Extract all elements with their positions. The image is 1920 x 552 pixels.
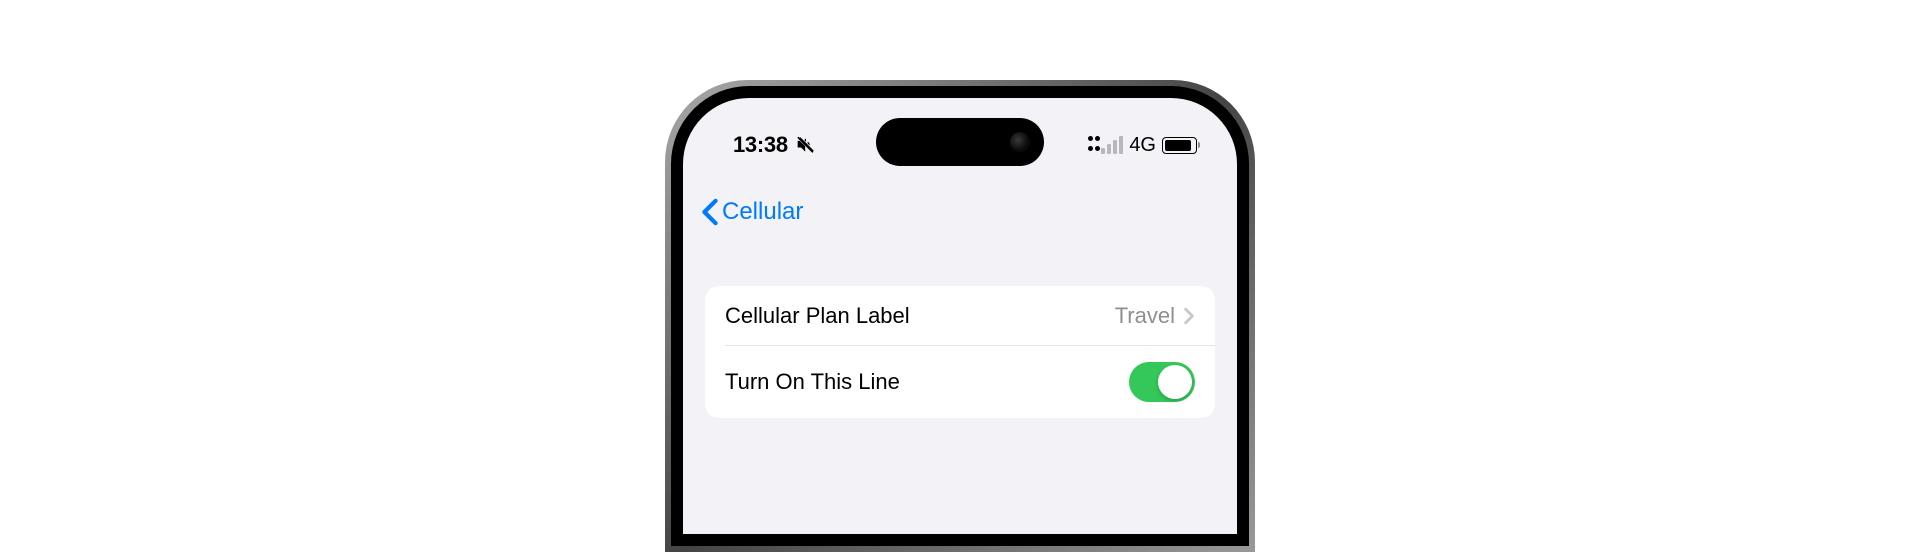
turn-on-line-row: Turn On This Line xyxy=(705,346,1215,418)
nav-back-label: Cellular xyxy=(722,198,803,226)
cellular-plan-label-value: Travel xyxy=(1115,303,1175,329)
status-bar-right: 4G xyxy=(1088,134,1197,157)
signal-strength-icon xyxy=(1088,136,1123,154)
chevron-right-icon xyxy=(1183,307,1195,325)
camera-icon xyxy=(1010,132,1030,152)
turn-on-line-toggle[interactable] xyxy=(1129,362,1195,402)
status-bar-left: 13:38 xyxy=(733,132,816,158)
chevron-left-icon xyxy=(701,198,719,226)
phone-frame: 13:38 xyxy=(665,80,1255,552)
network-type-label: 4G xyxy=(1129,134,1156,157)
cellular-plan-label-title: Cellular Plan Label xyxy=(725,303,910,329)
dynamic-island xyxy=(876,118,1044,166)
turn-on-line-title: Turn On This Line xyxy=(725,369,900,395)
toggle-knob-icon xyxy=(1158,365,1192,399)
settings-group: Cellular Plan Label Travel Turn On This … xyxy=(705,286,1215,418)
phone-inner-frame: 13:38 xyxy=(671,86,1249,546)
nav-back-button[interactable]: Cellular xyxy=(683,168,1237,246)
battery-icon xyxy=(1162,137,1197,154)
phone-screen: 13:38 xyxy=(683,98,1237,534)
status-time: 13:38 xyxy=(733,132,788,158)
cellular-plan-label-row[interactable]: Cellular Plan Label Travel xyxy=(725,286,1215,346)
mute-icon xyxy=(796,135,816,155)
